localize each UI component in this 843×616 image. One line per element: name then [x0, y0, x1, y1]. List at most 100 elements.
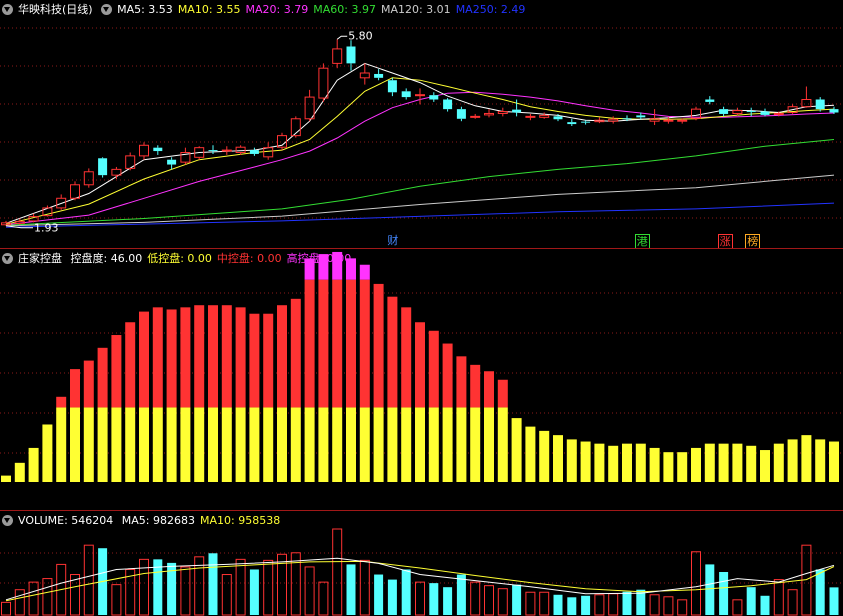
control-bar — [442, 407, 453, 482]
control-bar — [497, 407, 508, 482]
volume-bar — [249, 569, 259, 615]
control-bar — [373, 407, 384, 482]
volume-bar — [525, 591, 536, 616]
volume-bar — [622, 591, 632, 615]
legend-item: 控盘度: 46.00 — [70, 252, 143, 265]
control-bar — [318, 407, 329, 482]
control-bar — [359, 279, 370, 408]
candle — [387, 77, 397, 97]
volume-bar — [553, 594, 563, 615]
control-bar — [428, 407, 439, 482]
volume-header: VOLUME: 546204 MA5: 982683 MA10: 958538 — [2, 513, 290, 529]
control-bar — [14, 462, 25, 482]
candle — [705, 96, 715, 105]
control-bar — [456, 356, 467, 408]
candle — [249, 147, 259, 156]
volume-bar — [42, 578, 53, 616]
volume-bar — [1, 601, 11, 616]
candle — [746, 107, 756, 117]
candle — [581, 120, 591, 125]
volume-bar — [28, 581, 39, 616]
volume-bar — [470, 581, 481, 616]
control-bar — [470, 407, 481, 482]
control-bar — [97, 407, 108, 482]
control-bar — [373, 283, 384, 408]
control-bar — [235, 407, 246, 482]
volume-bar — [346, 564, 356, 615]
control-bar — [70, 407, 80, 482]
candle — [691, 106, 701, 121]
event-tag[interactable]: 港 — [634, 234, 650, 249]
high-label: 5.80 — [348, 29, 373, 42]
control-bar — [649, 447, 660, 482]
candle — [98, 157, 108, 178]
legend-item: MA120: 3.01 — [380, 3, 451, 16]
control-bar — [704, 443, 715, 482]
control-chart — [0, 251, 843, 482]
volume-bar — [14, 589, 25, 616]
collapse-triangle-icon[interactable] — [2, 4, 13, 15]
control-bar — [290, 407, 301, 482]
control-bar — [56, 396, 67, 408]
control-bar — [359, 407, 370, 482]
collapse-triangle-icon[interactable] — [2, 515, 13, 526]
candle — [470, 113, 481, 119]
control-bar — [180, 407, 191, 482]
volume-bar — [221, 574, 232, 616]
control-bar — [442, 343, 453, 408]
collapse-triangle-icon[interactable] — [2, 253, 13, 264]
legend-item: 高控盘: 0.00 — [286, 252, 352, 265]
control-bar — [194, 305, 205, 408]
control-bar — [208, 305, 218, 408]
event-tag[interactable]: 财 — [386, 234, 399, 247]
candle — [221, 146, 232, 155]
volume-bar — [649, 594, 660, 616]
collapse-triangle-icon[interactable] — [101, 4, 113, 15]
price-chart: 5.80 1.93 — [0, 27, 843, 235]
legend-item: MA10: 958538 — [199, 514, 281, 527]
volume-bar — [594, 594, 605, 616]
volume-title: VOLUME: 546204 — [18, 514, 114, 527]
candle — [290, 116, 301, 138]
control-bar — [111, 335, 122, 408]
control-legend: 控盘度: 46.00 低控盘: 0.00 中控盘: 0.00 高控盘: 0.00 — [71, 252, 357, 265]
control-bar — [415, 322, 425, 408]
control-bar — [139, 311, 149, 408]
candle — [83, 168, 94, 188]
volume-bar — [705, 564, 715, 615]
volume-bar — [111, 584, 122, 616]
control-bar — [718, 443, 729, 482]
volume-pane: VOLUME: 546204 MA5: 982683 MA10: 958538 — [0, 511, 843, 616]
volume-bar — [677, 599, 688, 616]
volume-bar — [83, 544, 94, 616]
control-bar — [332, 407, 343, 482]
indicator-title: 庄家控盘 — [18, 252, 62, 265]
legend-item: MA60: 3.97 — [313, 3, 376, 16]
control-bar — [497, 379, 508, 408]
high-marker — [336, 35, 348, 40]
candle — [111, 166, 122, 179]
candle — [346, 40, 356, 71]
event-tag[interactable]: 涨 — [717, 234, 733, 249]
ma-line-ma250 — [5, 202, 835, 228]
price-pane: 5.80 1.93 华映科技(日线) MA5: 3.53 MA10: 3.55 MA2… — [0, 0, 843, 249]
candle — [567, 118, 577, 126]
candle — [415, 88, 425, 105]
control-bar — [83, 407, 94, 482]
candle — [719, 106, 729, 117]
event-tag[interactable]: 榜 — [745, 234, 761, 249]
control-bar — [125, 407, 136, 482]
control-bar — [277, 305, 287, 408]
volume-bar — [787, 589, 798, 616]
control-bar — [346, 279, 356, 408]
control-bar — [125, 322, 136, 408]
control-bar — [580, 441, 591, 482]
control-bar — [180, 307, 191, 408]
control-bar — [456, 407, 467, 482]
candle — [167, 157, 177, 170]
control-bar — [387, 296, 398, 408]
ma-line-ma5 — [5, 62, 835, 224]
control-bar — [511, 418, 522, 482]
candle — [732, 107, 743, 116]
control-bar — [801, 435, 812, 482]
